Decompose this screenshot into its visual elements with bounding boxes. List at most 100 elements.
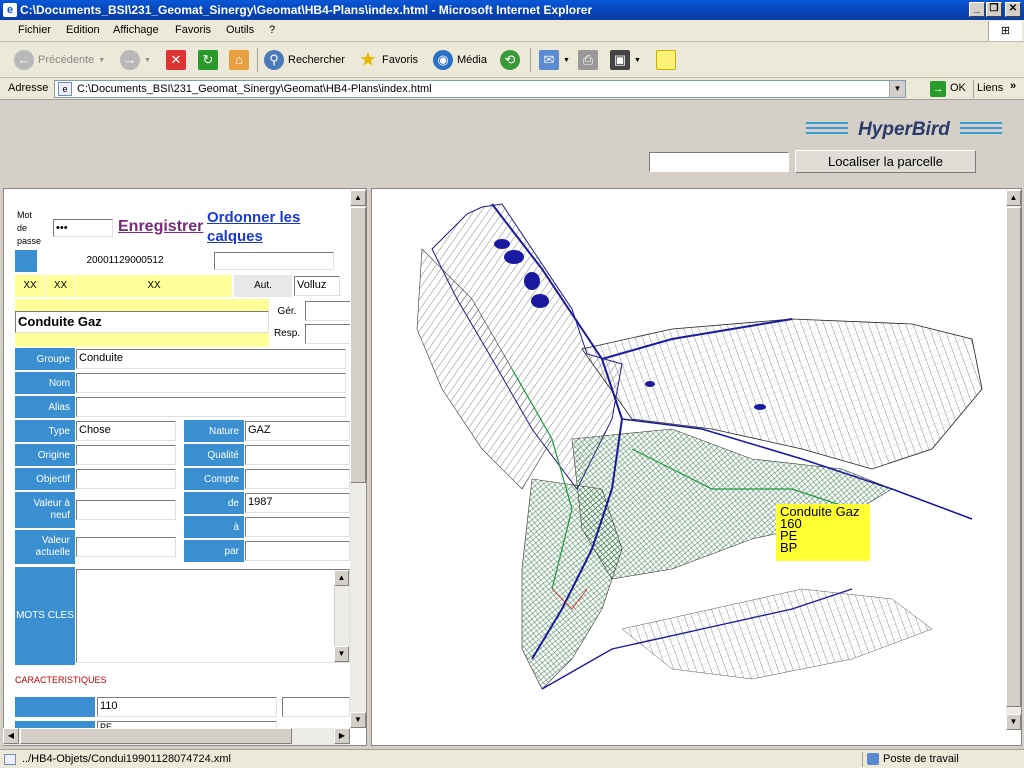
qualite-field[interactable] (245, 445, 350, 465)
address-url: C:\Documents_BSI\231_Geomat_Sinergy\Geom… (77, 83, 432, 95)
links-chevron-icon[interactable]: » (1010, 80, 1016, 92)
aut-label: Aut. (234, 275, 292, 297)
order-layers-link[interactable]: Ordonner les calques (207, 208, 317, 246)
window-title-bar[interactable]: e C:\Documents_BSI\231_Geomat_Sinergy\Ge… (0, 0, 1024, 20)
textarea-scroll-up[interactable]: ▲ (334, 570, 349, 586)
scroll-down-icon[interactable]: ▼ (350, 712, 366, 728)
note-button[interactable] (656, 48, 676, 72)
links-label[interactable]: Liens (977, 82, 1003, 94)
toolbar: ← Précédente ▼ → ▼ ✕ ↻ ⌂ ⚲ Rechercher ★ … (0, 42, 1024, 78)
aut-field[interactable]: Volluz (294, 276, 340, 296)
de-field[interactable]: 1987 (245, 493, 350, 513)
ger-field[interactable] (305, 301, 351, 321)
form-horizontal-scrollbar[interactable]: ◀ ▶ (3, 728, 350, 745)
map-tooltip: Conduite Gaz 160 PE BP (776, 504, 870, 561)
textarea-scroll-down[interactable]: ▼ (334, 646, 349, 662)
edit-button[interactable]: ▣ ▼ (610, 48, 641, 72)
map-scroll-down-icon[interactable]: ▼ (1006, 714, 1021, 730)
note-icon (656, 50, 676, 70)
resp-field[interactable] (305, 324, 351, 344)
close-button[interactable]: ✕ (1005, 2, 1021, 17)
hscroll-thumb[interactable] (20, 728, 292, 744)
valeur-neuf-label: Valeur à neuf (15, 492, 75, 528)
map-frame[interactable] (371, 188, 1022, 746)
qualite-label: Qualité (184, 444, 244, 466)
scroll-right-icon[interactable]: ▶ (334, 728, 350, 744)
maximize-button[interactable]: ❐ (986, 2, 1002, 17)
print-button[interactable]: ⎙ (578, 48, 598, 72)
scroll-left-icon[interactable]: ◀ (3, 728, 19, 744)
menu-affichage[interactable]: Affichage (113, 24, 159, 36)
form-vertical-scrollbar[interactable]: ▲ ▼ (350, 190, 366, 728)
par-label: par (184, 540, 244, 562)
minimize-button[interactable]: _ (969, 2, 985, 17)
media-button[interactable]: ◉ Média (433, 48, 487, 72)
compte-field[interactable] (245, 469, 350, 489)
resp-label: Resp. (273, 328, 301, 339)
history-button[interactable]: ⟲ (500, 48, 520, 72)
favorites-button[interactable]: ★ Favoris (358, 48, 418, 72)
alias-field[interactable] (76, 397, 346, 417)
password-field[interactable]: ••• (53, 219, 113, 237)
origine-field[interactable] (76, 445, 176, 465)
a-field[interactable] (245, 517, 350, 537)
address-dropdown-icon[interactable]: ▼ (889, 81, 905, 97)
object-title-field[interactable]: Conduite Gaz (15, 311, 269, 333)
xx-cell-2: XX (46, 275, 75, 297)
menu-help[interactable]: ? (269, 24, 275, 36)
groupe-field[interactable]: Conduite (76, 349, 346, 369)
object-id-extra[interactable] (214, 252, 334, 270)
parcel-input[interactable] (649, 152, 789, 172)
menu-favoris[interactable]: Favoris (175, 24, 211, 36)
search-icon: ⚲ (264, 50, 284, 70)
valeur-actuelle-field[interactable] (76, 537, 176, 557)
scroll-up-icon[interactable]: ▲ (350, 190, 366, 206)
stop-button[interactable]: ✕ (166, 48, 186, 72)
textarea-scrollbar[interactable]: ▲ ▼ (334, 570, 349, 662)
alias-label: Alias (15, 396, 75, 418)
logo-text: HyperBird (858, 119, 950, 140)
mail-icon: ✉ (539, 50, 559, 70)
go-arrow-icon[interactable]: → (930, 81, 946, 97)
window-title: C:\Documents_BSI\231_Geomat_Sinergy\Geom… (20, 3, 593, 17)
nature-field[interactable]: GAZ (245, 421, 350, 441)
address-input[interactable]: e C:\Documents_BSI\231_Geomat_Sinergy\Ge… (54, 80, 906, 98)
mail-button[interactable]: ✉ ▼ (539, 48, 570, 72)
stop-icon: ✕ (166, 50, 186, 70)
search-button[interactable]: ⚲ Rechercher (264, 48, 345, 72)
refresh-button[interactable]: ↻ (198, 48, 218, 72)
ger-label: Gér. (277, 306, 297, 317)
home-button[interactable]: ⌂ (229, 48, 249, 72)
address-label: Adresse (8, 82, 49, 94)
go-button[interactable]: OK (950, 82, 966, 94)
scroll-thumb[interactable] (350, 207, 366, 483)
xx-cell-3: XX (76, 275, 232, 297)
cadastral-map[interactable] (372, 189, 1022, 746)
par-field[interactable] (245, 541, 350, 561)
forward-button[interactable]: → ▼ (120, 48, 151, 72)
save-link[interactable]: Enregistrer (118, 218, 203, 236)
mots-cles-textarea[interactable]: ▲ ▼ (76, 569, 350, 663)
menu-outils[interactable]: Outils (226, 24, 254, 36)
map-scroll-thumb[interactable] (1006, 207, 1021, 707)
char-field-2[interactable] (282, 697, 350, 717)
type-field[interactable]: Chose (76, 421, 176, 441)
menu-fichier[interactable]: Fichier (18, 24, 51, 36)
back-button[interactable]: ← Précédente ▼ (14, 48, 105, 72)
map-vertical-scrollbar[interactable]: ▲ ▼ (1006, 190, 1021, 730)
refresh-icon: ↻ (198, 50, 218, 70)
password-label: Mot de passe (17, 210, 42, 246)
locate-parcel-button[interactable]: Localiser la parcelle (795, 150, 976, 173)
map-scroll-up-icon[interactable]: ▲ (1006, 190, 1021, 206)
objectif-label: Objectif (15, 468, 75, 490)
objectif-field[interactable] (76, 469, 176, 489)
windows-flag-icon: ⊞ (988, 21, 1022, 41)
nom-field[interactable] (76, 373, 346, 393)
status-page-icon (4, 754, 16, 765)
edit-icon: ▣ (610, 50, 630, 70)
char-field-1[interactable]: 110 (97, 697, 277, 717)
media-label: Média (457, 54, 487, 66)
de-label: de (184, 492, 244, 514)
valeur-neuf-field[interactable] (76, 500, 176, 520)
menu-edition[interactable]: Edition (66, 24, 100, 36)
